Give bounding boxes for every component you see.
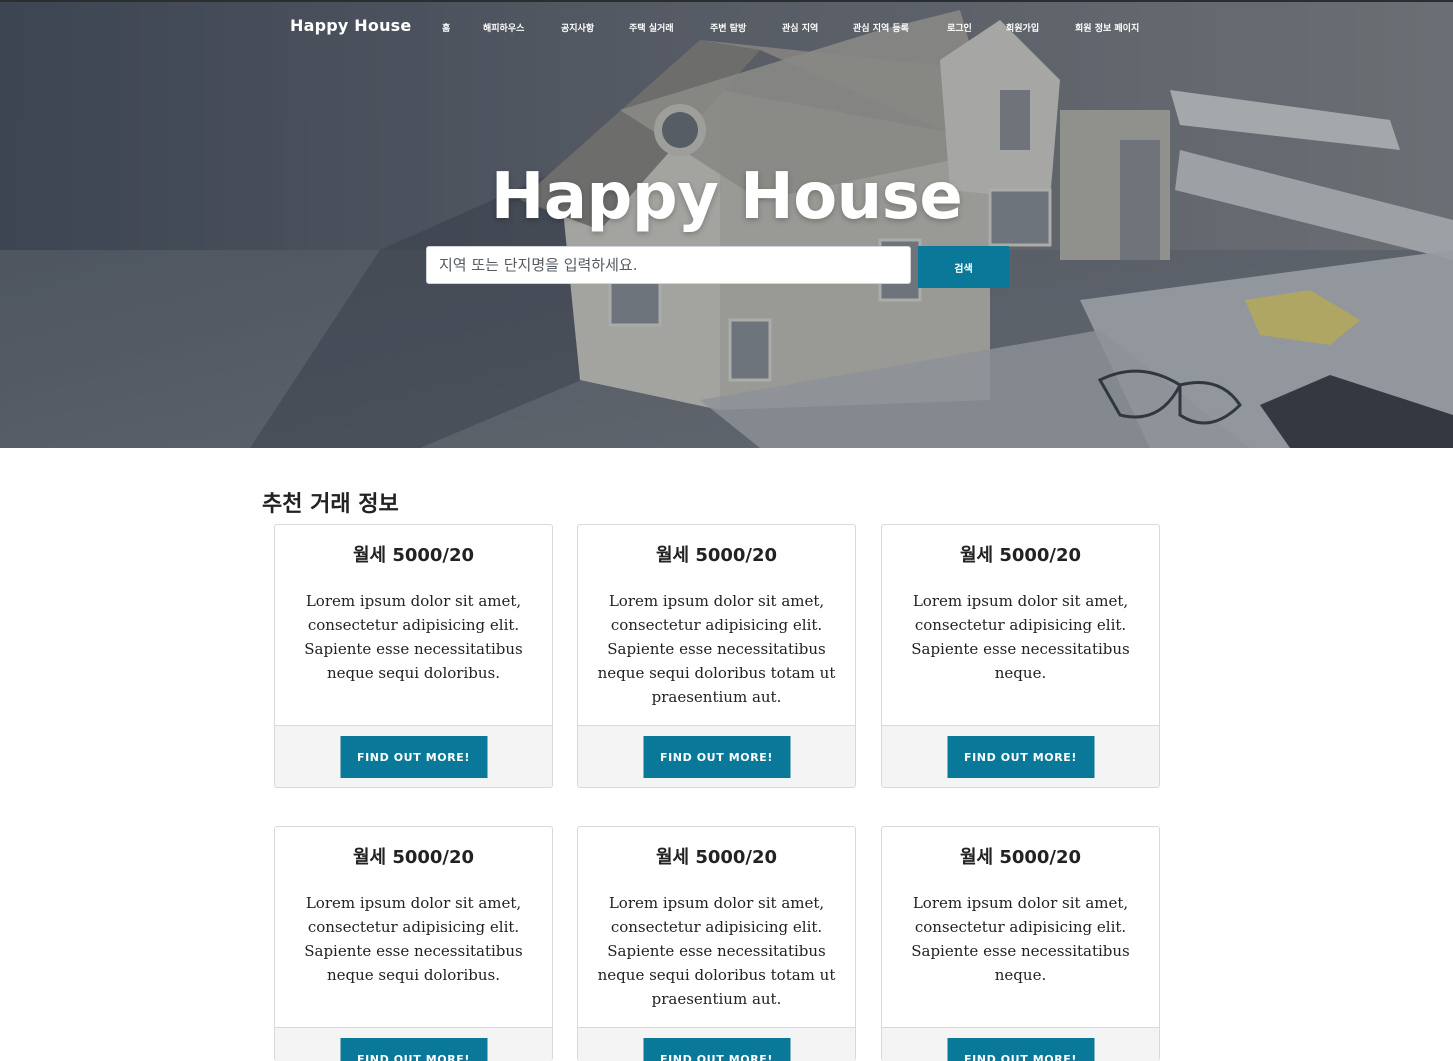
card-body: 월세 5000/20 Lorem ipsum dolor sit amet, c… (578, 525, 855, 725)
card-title: 월세 5000/20 (655, 847, 778, 868)
deal-card: 월세 5000/20 Lorem ipsum dolor sit amet, c… (274, 524, 553, 788)
nav-item-member-info[interactable]: 회원 정보 페이지 (1075, 21, 1139, 34)
deal-card: 월세 5000/20 Lorem ipsum dolor sit amet, c… (881, 524, 1160, 788)
card-title: 월세 5000/20 (959, 847, 1082, 868)
find-out-more-button[interactable]: FIND OUT MORE! (340, 736, 487, 778)
nav-item-interest-area[interactable]: 관심 지역 (782, 21, 818, 34)
brand-logo-link[interactable]: Happy House (290, 16, 411, 35)
main-navbar: Happy House 홈 해피하우스 공지사항 주택 실거래 주변 탐방 관심… (0, 0, 1453, 56)
find-out-more-button[interactable]: FIND OUT MORE! (947, 736, 1094, 778)
hero-title: Happy House (490, 160, 963, 234)
card-footer: FIND OUT MORE! (275, 1027, 552, 1061)
card-title: 월세 5000/20 (352, 847, 475, 868)
card-body: 월세 5000/20 Lorem ipsum dolor sit amet, c… (578, 827, 855, 1027)
find-out-more-button[interactable]: FIND OUT MORE! (643, 1038, 790, 1061)
card-text: Lorem ipsum dolor sit amet, consectetur … (597, 894, 836, 1008)
nav-item-happyhouse[interactable]: 해피하우스 (483, 21, 524, 34)
nav-item-housing-deals[interactable]: 주택 실거래 (629, 21, 674, 34)
deal-card: 월세 5000/20 Lorem ipsum dolor sit amet, c… (881, 826, 1160, 1061)
nav-item-interest-area-register[interactable]: 관심 지역 등록 (853, 21, 909, 34)
nav-item-nearby-explore[interactable]: 주변 탐방 (710, 21, 746, 34)
find-out-more-button[interactable]: FIND OUT MORE! (340, 1038, 487, 1061)
card-footer: FIND OUT MORE! (275, 725, 552, 787)
card-body: 월세 5000/20 Lorem ipsum dolor sit amet, c… (882, 827, 1159, 1027)
card-footer: FIND OUT MORE! (578, 1027, 855, 1061)
card-text: Lorem ipsum dolor sit amet, consectetur … (911, 592, 1130, 682)
card-title: 월세 5000/20 (959, 545, 1082, 566)
nav-item-home[interactable]: 홈 (442, 21, 450, 34)
nav-item-login[interactable]: 로그인 (947, 21, 972, 34)
card-text: Lorem ipsum dolor sit amet, consectetur … (597, 592, 836, 706)
card-text: Lorem ipsum dolor sit amet, consectetur … (304, 894, 523, 984)
card-footer: FIND OUT MORE! (882, 1027, 1159, 1061)
nav-item-notice[interactable]: 공지사항 (561, 21, 594, 34)
deal-card: 월세 5000/20 Lorem ipsum dolor sit amet, c… (577, 524, 856, 788)
search-button[interactable]: 검색 (918, 246, 1009, 288)
nav-item-signup[interactable]: 회원가입 (1006, 21, 1039, 34)
deal-card: 월세 5000/20 Lorem ipsum dolor sit amet, c… (577, 826, 856, 1061)
find-out-more-button[interactable]: FIND OUT MORE! (643, 736, 790, 778)
hero-banner: Happy House 홈 해피하우스 공지사항 주택 실거래 주변 탐방 관심… (0, 0, 1453, 448)
search-input[interactable] (426, 246, 911, 284)
card-footer: FIND OUT MORE! (578, 725, 855, 787)
section-title: 추천 거래 정보 (262, 492, 399, 517)
find-out-more-button[interactable]: FIND OUT MORE! (947, 1038, 1094, 1061)
card-title: 월세 5000/20 (352, 545, 475, 566)
card-body: 월세 5000/20 Lorem ipsum dolor sit amet, c… (882, 525, 1159, 725)
card-text: Lorem ipsum dolor sit amet, consectetur … (911, 894, 1130, 984)
card-title: 월세 5000/20 (655, 545, 778, 566)
deal-card: 월세 5000/20 Lorem ipsum dolor sit amet, c… (274, 826, 553, 1061)
card-body: 월세 5000/20 Lorem ipsum dolor sit amet, c… (275, 827, 552, 1027)
card-footer: FIND OUT MORE! (882, 725, 1159, 787)
card-text: Lorem ipsum dolor sit amet, consectetur … (304, 592, 523, 682)
card-body: 월세 5000/20 Lorem ipsum dolor sit amet, c… (275, 525, 552, 725)
